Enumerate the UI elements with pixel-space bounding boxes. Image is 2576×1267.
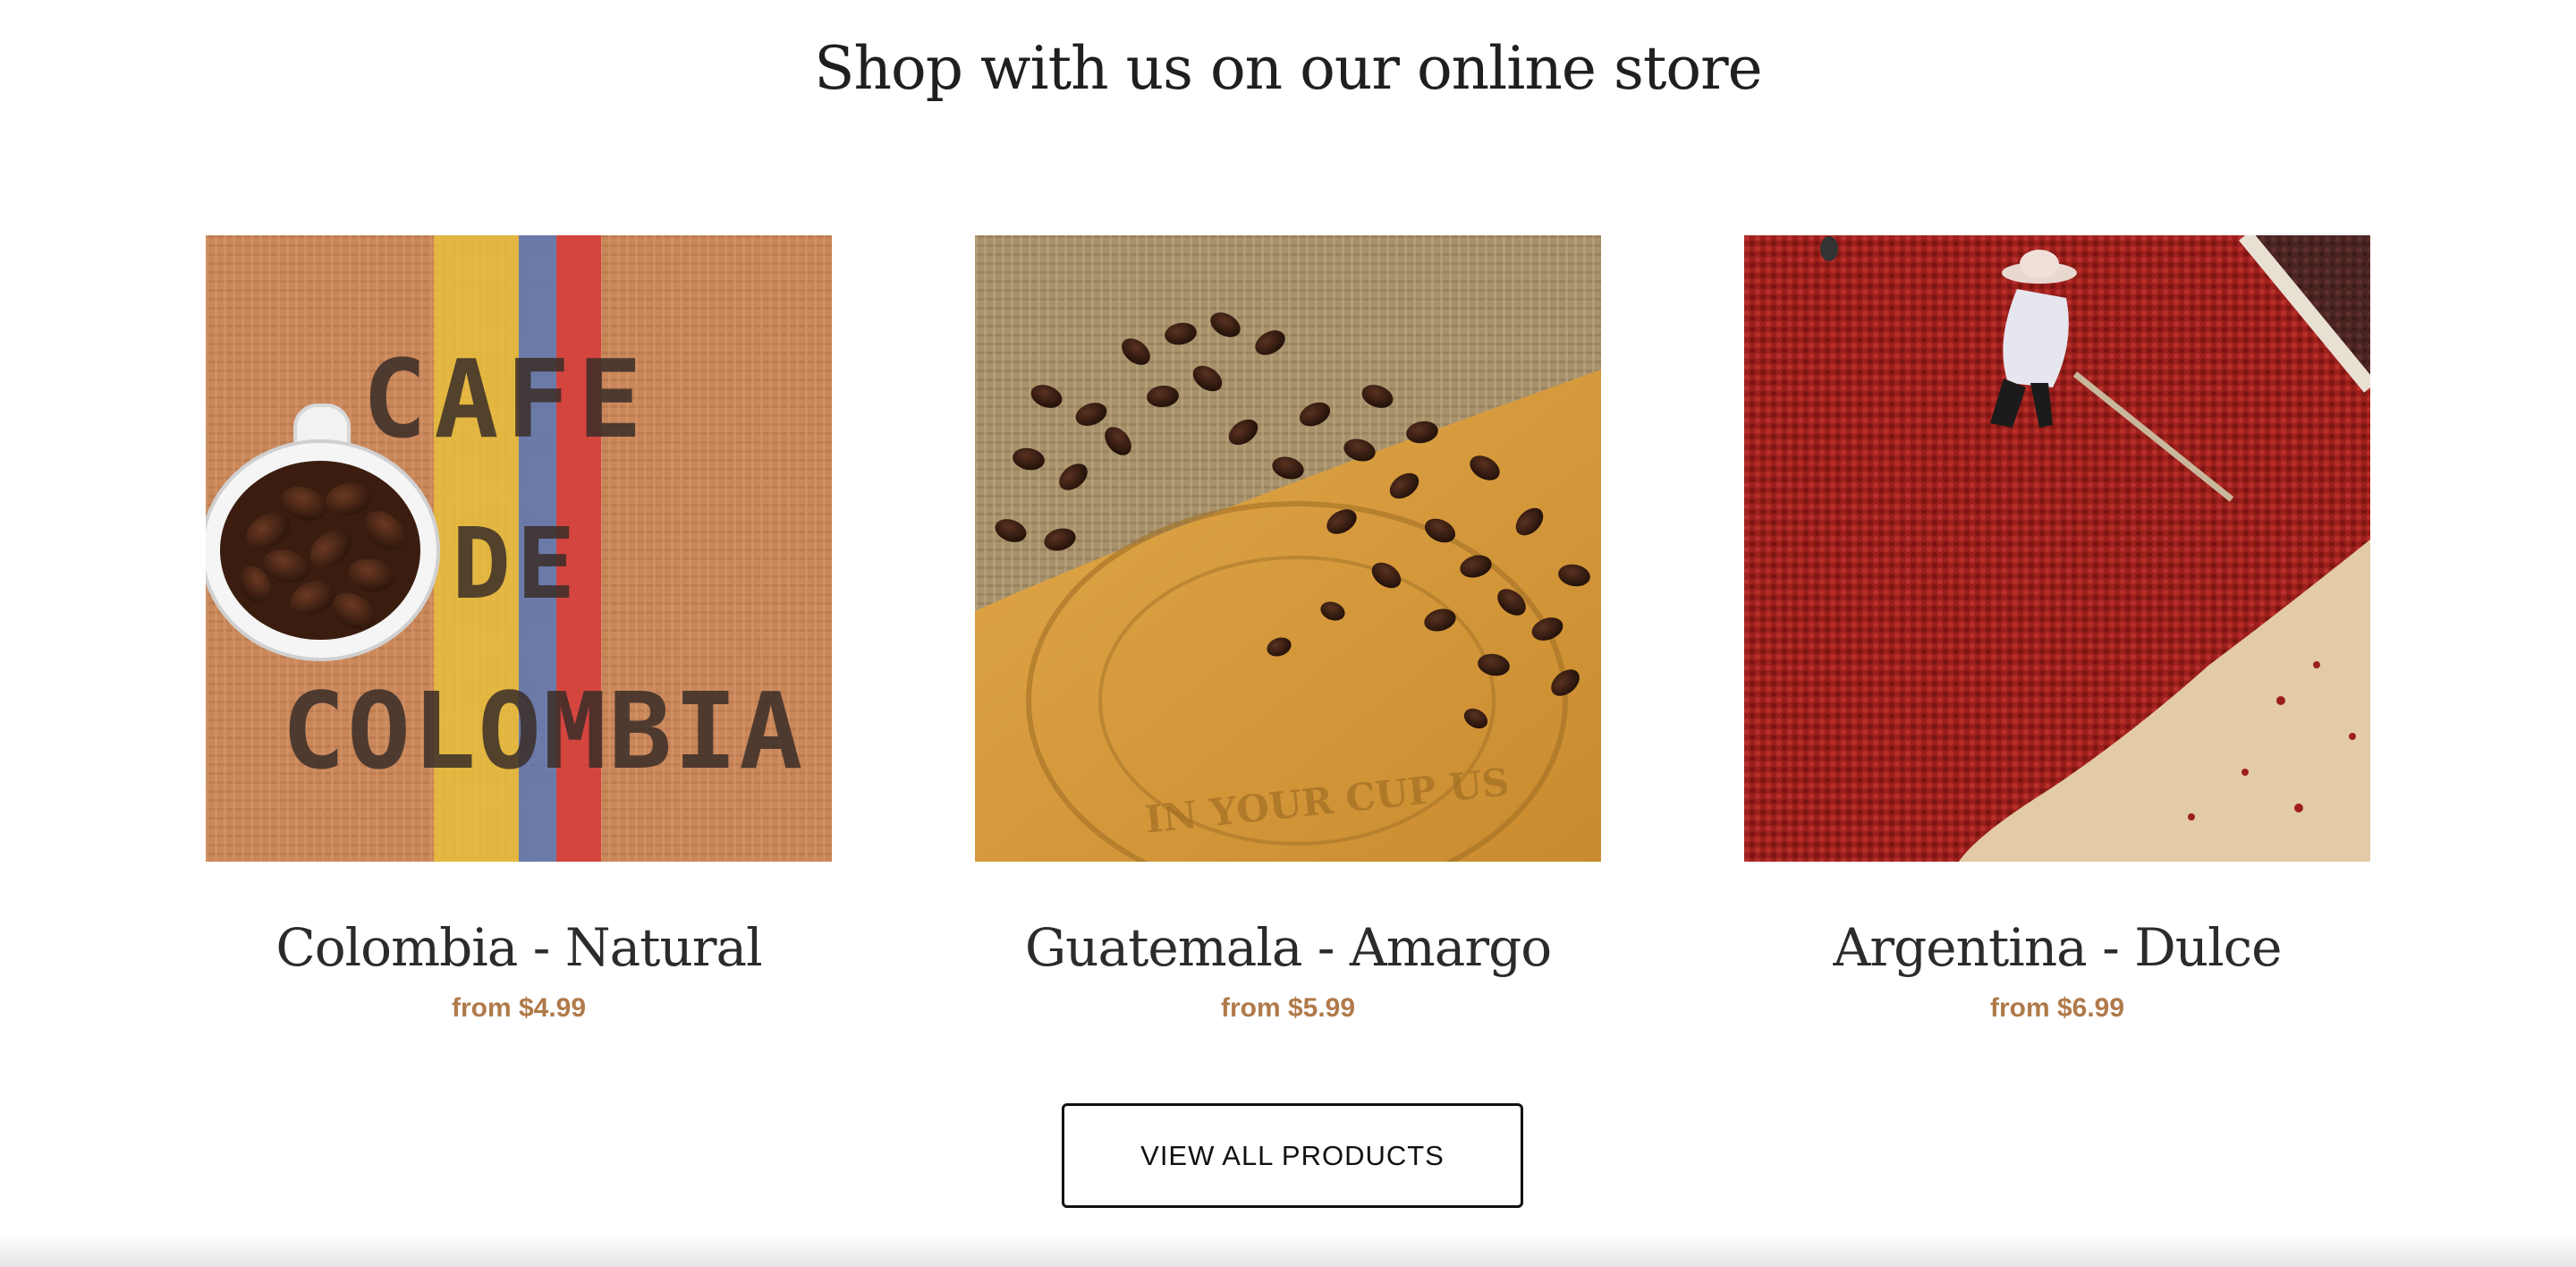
product-card-colombia[interactable]: CAFE DE COLOMBIA Colombia - Natural from… [206, 235, 832, 1041]
product-price: from $5.99 [1220, 993, 1356, 1023]
product-name[interactable]: Argentina - Dulce [1744, 917, 2370, 978]
product-name[interactable]: Colombia - Natural [206, 917, 832, 978]
burlap-sack-image: CAFE DE COLOMBIA [206, 235, 832, 862]
section-title: Shop with us on our online store [814, 34, 1762, 103]
page-bottom-shadow [0, 1235, 2576, 1267]
drying-beans-image [1744, 235, 2370, 862]
sack-text-colombia: COLOMBIA [282, 669, 804, 793]
product-card-argentina[interactable]: Argentina - Dulce from $6.99 [1744, 235, 2370, 1041]
view-all-products-button[interactable]: VIEW ALL PRODUCTS [1062, 1103, 1523, 1208]
product-image-guatemala[interactable]: IN YOUR CUP US [975, 235, 1601, 862]
product-name[interactable]: Guatemala - Amargo [975, 917, 1601, 978]
product-price: from $4.99 [451, 993, 587, 1023]
sack-text-cafe: CAFE [362, 338, 649, 463]
product-image-colombia[interactable]: CAFE DE COLOMBIA [206, 235, 832, 862]
coffee-beans-image: IN YOUR CUP US [975, 235, 1601, 862]
product-image-argentina[interactable] [1744, 235, 2370, 862]
sack-text-de: DE [452, 506, 580, 621]
product-card-guatemala[interactable]: IN YOUR CUP US Guatemala - Amargo from $… [975, 235, 1601, 1041]
product-price: from $6.99 [1989, 993, 2125, 1023]
